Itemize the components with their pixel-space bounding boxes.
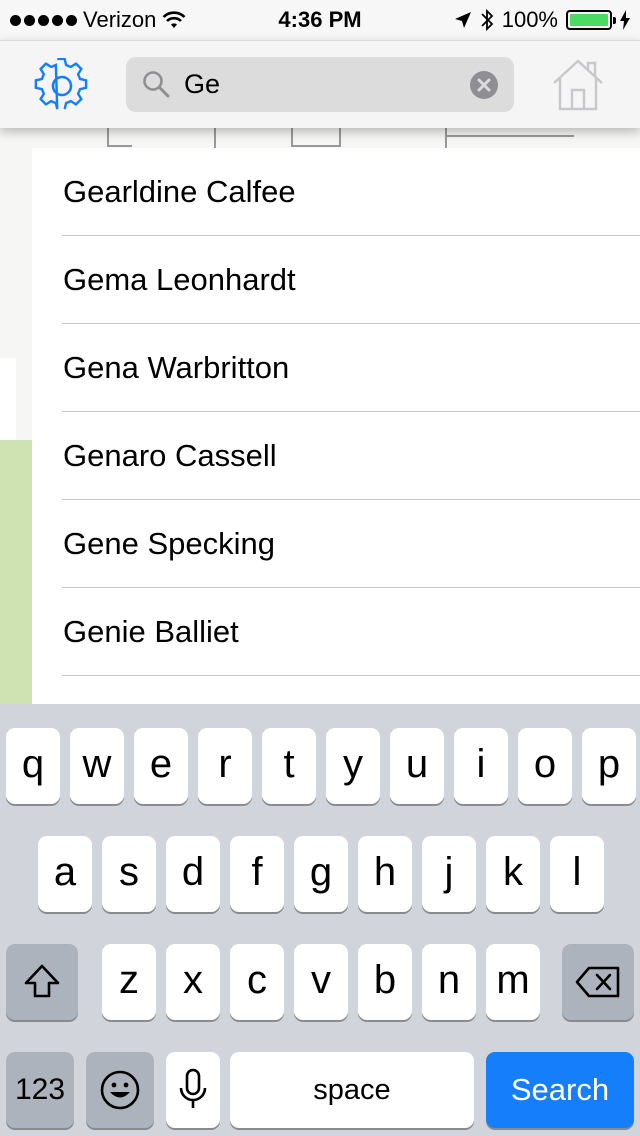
key-p[interactable]: p [582,728,636,804]
key-s[interactable]: s [102,836,156,912]
key-u[interactable]: u [390,728,444,804]
key-a[interactable]: a [38,836,92,912]
key-d[interactable]: d [166,836,220,912]
list-item[interactable]: Gearldine Calfee [32,148,640,236]
list-item[interactable]: Gene Specking [32,500,640,588]
key-b[interactable]: b [358,944,412,1020]
result-name: Gene Specking [63,526,275,561]
list-item[interactable]: Genaro Cassell [32,412,640,500]
keyboard: q w e r t y u i o p a s d f g h j k l z … [0,704,640,1136]
search-input[interactable] [184,57,464,112]
microphone-icon [179,1068,207,1108]
shift-key[interactable] [6,944,78,1020]
map-road [0,358,16,440]
dictation-key[interactable] [166,1052,220,1128]
battery-icon [566,10,616,30]
key-m[interactable]: m [486,944,540,1020]
bluetooth-icon [481,8,493,32]
key-g[interactable]: g [294,836,348,912]
divider [62,675,640,676]
location-arrow-icon [454,12,471,28]
charging-bolt-icon [620,10,630,30]
status-right: 100% [454,7,630,33]
key-r[interactable]: r [198,728,252,804]
list-item[interactable]: Genie Balliet [32,588,640,676]
status-bar: Verizon 4:36 PM 100% [0,0,640,40]
key-e[interactable]: e [134,728,188,804]
key-w[interactable]: w [70,728,124,804]
close-icon [477,78,491,92]
result-name: Gearldine Calfee [63,174,296,209]
emoji-icon [100,1070,140,1110]
space-key[interactable]: space [230,1052,474,1128]
result-name: Gena Warbritton [63,350,290,385]
clear-search-button[interactable] [470,71,498,99]
list-item[interactable]: Gema Leonhardt [32,236,640,324]
key-n[interactable]: n [422,944,476,1020]
key-v[interactable]: v [294,944,348,1020]
key-o[interactable]: o [518,728,572,804]
search-key[interactable]: Search [486,1052,634,1128]
search-bar[interactable] [126,57,514,112]
battery-percent: 100% [501,7,558,32]
key-i[interactable]: i [454,728,508,804]
shift-icon [24,964,60,998]
key-l[interactable]: l [550,836,604,912]
key-j[interactable]: j [422,836,476,912]
settings-button[interactable] [34,57,90,114]
key-h[interactable]: h [358,836,412,912]
backspace-icon [575,966,620,998]
key-c[interactable]: c [230,944,284,1020]
key-x[interactable]: x [166,944,220,1020]
key-f[interactable]: f [230,836,284,912]
list-item[interactable]: Gena Warbritton [32,324,640,412]
key-z[interactable]: z [102,944,156,1020]
result-name: Genaro Cassell [63,438,277,473]
result-name: Genie Balliet [63,614,239,649]
emoji-key[interactable] [86,1052,154,1128]
key-q[interactable]: q [6,728,60,804]
numbers-key[interactable]: 123 [6,1052,74,1128]
delete-key[interactable] [562,944,634,1020]
key-t[interactable]: t [262,728,316,804]
home-icon [553,59,603,111]
search-results-list: Gearldine Calfee Gema Leonhardt Gena War… [32,148,640,706]
search-icon [143,71,170,98]
map-park-area [0,440,32,706]
home-button[interactable] [552,57,604,111]
key-y[interactable]: y [326,728,380,804]
gear-icon [34,57,88,110]
result-name: Gema Leonhardt [63,262,296,297]
nav-bar [0,40,640,128]
key-k[interactable]: k [486,836,540,912]
